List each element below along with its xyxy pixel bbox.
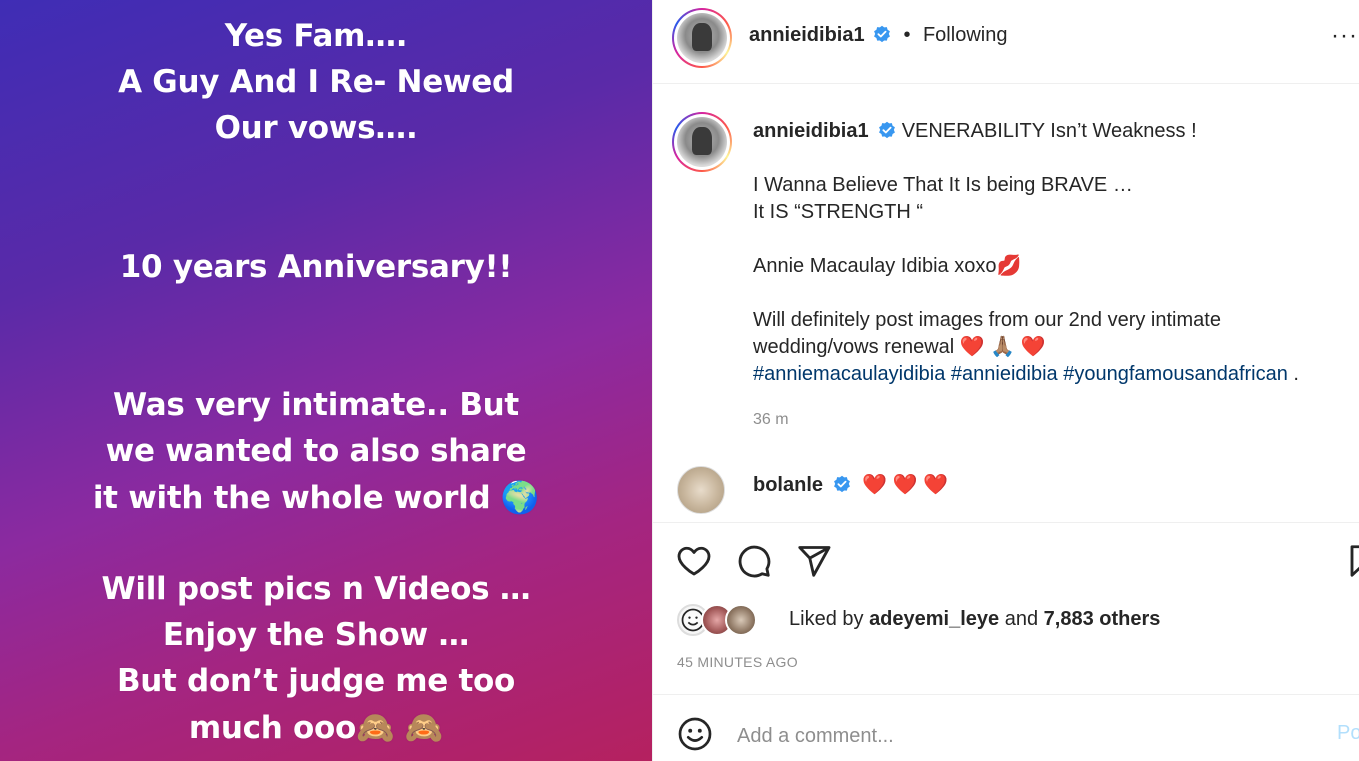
more-options-icon[interactable]: ··· <box>1331 22 1358 50</box>
post-header: annieidibia1 • Following ··· <box>653 0 1359 84</box>
divider <box>653 522 1359 523</box>
caption-text: VENERABILITY Isn’t Weakness ! <box>901 120 1197 142</box>
caption-text: It IS “STRENGTH “ <box>753 201 923 223</box>
share-send-icon[interactable] <box>796 543 832 579</box>
caption-username[interactable]: annieidibia1 <box>753 120 869 142</box>
commenter-username[interactable]: bolanle <box>753 474 823 496</box>
story-text-line: But don’t judge me too <box>116 663 516 699</box>
hashtag-link[interactable]: #anniemacaulayidibia <box>753 363 945 385</box>
story-text-line: Our vows…. <box>214 110 418 146</box>
header-user-row: annieidibia1 • Following <box>749 24 1007 47</box>
verified-badge-icon <box>879 121 896 139</box>
verified-badge-icon <box>874 25 890 43</box>
hashtag-link[interactable]: #youngfamousandafrican <box>1063 363 1288 385</box>
separator-dot: • <box>903 24 911 46</box>
story-text-line: Yes Fam…. <box>224 18 408 54</box>
emoji-icon[interactable] <box>677 716 713 752</box>
post-caption: annieidibia1 VENERABILITY Isn’t Weakness… <box>753 118 1353 388</box>
hashtag-link[interactable]: #annieidibia <box>951 363 1058 385</box>
caption-text: I Wanna Believe That It Is being BRAVE … <box>753 174 1133 196</box>
liked-by-prefix: Liked by <box>789 608 864 630</box>
post-panel: annieidibia1 • Following ··· annieidibia… <box>652 0 1359 761</box>
liked-by-and: and <box>1004 608 1039 630</box>
liker-avatar[interactable] <box>725 604 757 636</box>
author-avatar[interactable] <box>672 8 732 68</box>
story-text-line: 10 years Anniversary!! <box>119 249 513 285</box>
likes-others-link[interactable]: 7,883 others <box>1044 608 1161 630</box>
add-comment-input[interactable] <box>737 721 1297 751</box>
story-text-line: Was very intimate.. But <box>113 387 519 423</box>
liker-username[interactable]: adeyemi_leye <box>869 608 999 630</box>
comment-text: ❤️ ❤️ ❤️ <box>862 474 948 496</box>
story-text-line: A Guy And I Re- Newed <box>118 64 514 100</box>
post-comment-button[interactable]: Post <box>1337 722 1359 745</box>
story-image: Yes Fam…. A Guy And I Re- Newed Our vows… <box>0 0 652 761</box>
caption-author-avatar[interactable] <box>672 112 732 172</box>
following-button[interactable]: Following <box>923 24 1007 46</box>
story-text-line: Enjoy the Show … <box>162 617 470 653</box>
comment-bubble-icon[interactable] <box>736 543 772 579</box>
save-bookmark-icon[interactable] <box>1346 543 1359 579</box>
like-heart-icon[interactable] <box>676 543 712 579</box>
caption-text: wedding/vows renewal ❤️ 🙏🏽 ❤️ <box>753 336 1046 358</box>
header-username[interactable]: annieidibia1 <box>749 24 865 46</box>
story-text-line: it with the whole world 🌍 <box>92 480 540 516</box>
caption-text: Annie Macaulay Idibia xoxo💋 <box>753 255 1022 277</box>
liked-by-text: Liked by adeyemi_leye and 7,883 others <box>789 608 1160 631</box>
story-text-line: Will post pics n Videos … <box>101 571 531 607</box>
divider <box>653 694 1359 695</box>
caption-text: Will definitely post images from our 2nd… <box>753 309 1221 331</box>
verified-badge-icon <box>833 475 850 493</box>
caption-trailing: . <box>1287 363 1299 385</box>
commenter-avatar[interactable] <box>677 466 725 514</box>
story-text-line: much ooo🙈 🙈 <box>188 710 444 746</box>
post-timestamp[interactable]: 45 MINUTES AGO <box>677 654 798 670</box>
caption-time[interactable]: 36 m <box>753 411 789 429</box>
story-text-line: we wanted to also share <box>105 433 527 469</box>
